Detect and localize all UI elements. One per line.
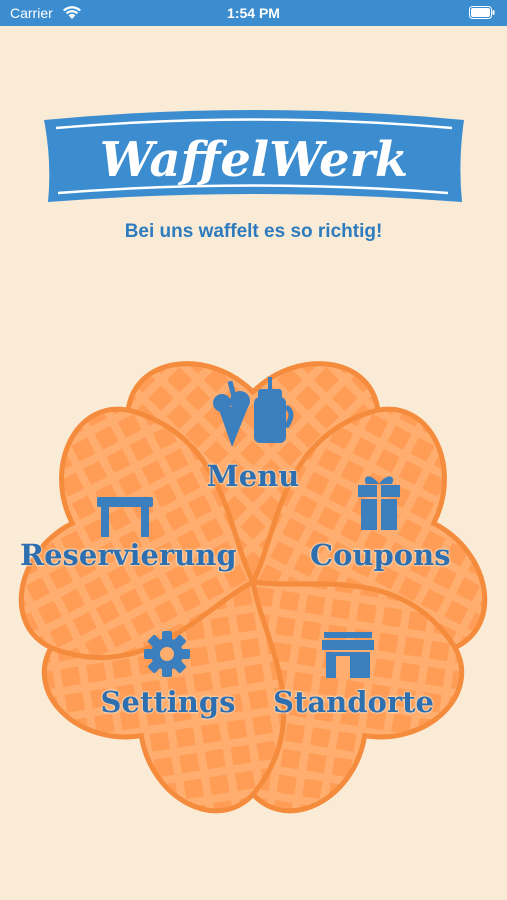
waffelwerk-logo: WaffelWerk — [44, 110, 464, 202]
logo-text: WaffelWerk — [100, 132, 408, 188]
battery-icon — [469, 6, 495, 19]
gift-icon — [358, 476, 400, 530]
reservierung-label[interactable]: Reservierung — [20, 538, 237, 572]
coupons-label[interactable]: Coupons — [310, 538, 451, 572]
status-time: 1:54 PM — [227, 5, 280, 21]
status-bar: Carrier 1:54 PM — [0, 0, 507, 26]
settings-label[interactable]: Settings — [93, 685, 243, 719]
store-icon — [322, 632, 374, 678]
standorte-label[interactable]: Standorte — [266, 685, 441, 719]
table-icon — [97, 497, 153, 537]
tagline: Bei uns waffelt es so richtig! — [124, 221, 383, 242]
gear-icon — [144, 631, 190, 677]
menu-label[interactable]: Menu — [193, 459, 313, 493]
food-drink-icon — [213, 377, 294, 447]
